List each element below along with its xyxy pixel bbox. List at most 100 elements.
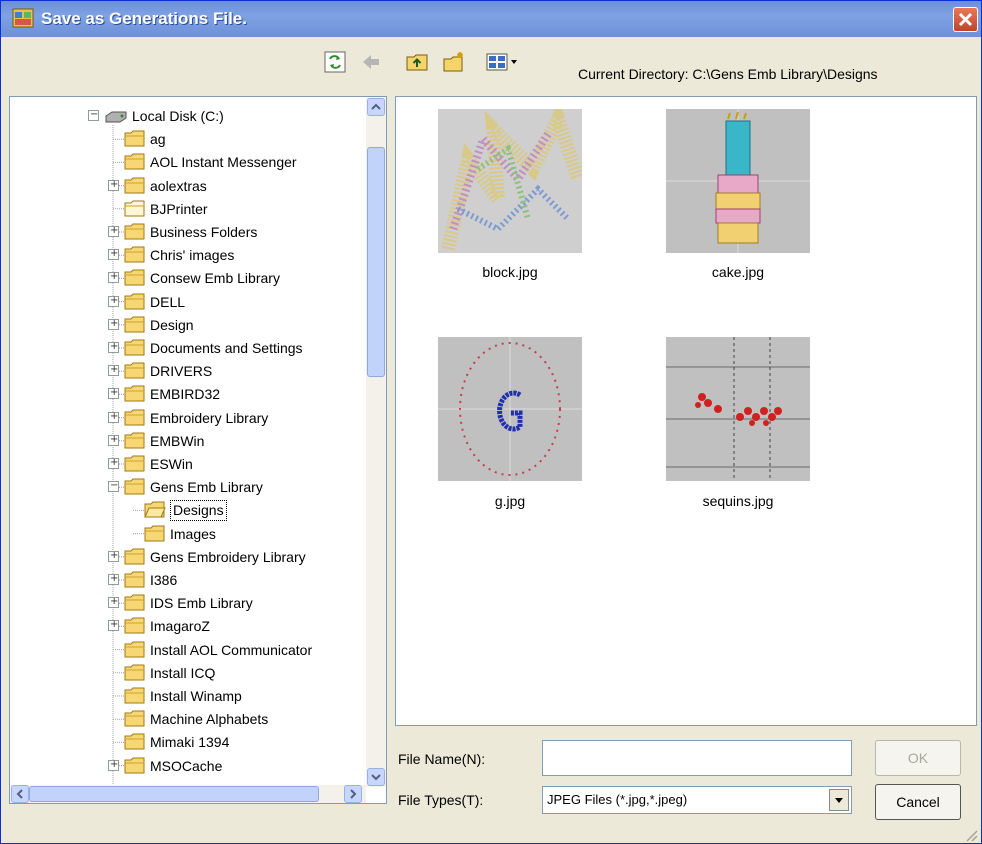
scroll-right-button[interactable] [344, 785, 362, 803]
tree-item[interactable]: + DELL [10, 291, 366, 314]
expand-toggle-icon[interactable]: + [108, 596, 119, 609]
tree-item-label: Install ICQ [150, 664, 216, 681]
tree-item[interactable]: + I386 [10, 569, 366, 592]
file-preview-area[interactable]: block.jpg cake.jpg g.jpg sequins.jpg [395, 96, 977, 726]
tree-item-label: BJPrinter [150, 200, 208, 217]
ok-button[interactable]: OK [875, 740, 961, 776]
tree-item-label: Install Winamp [150, 688, 242, 704]
refresh-icon[interactable] [323, 51, 347, 73]
file-name-input[interactable] [542, 740, 852, 776]
g-image [438, 337, 582, 481]
current-directory-label: Current Directory: C:\Gens Emb Library\D… [578, 66, 878, 82]
tree-item[interactable]: + Embroidery Library [10, 407, 366, 430]
tree-item[interactable]: + Design [10, 314, 366, 337]
tree-item-label: EMBIRD32 [150, 386, 221, 403]
resize-grip-icon[interactable] [963, 827, 979, 843]
h-scroll-thumb[interactable] [29, 786, 319, 802]
new-folder-icon[interactable] [442, 51, 466, 73]
file-thumbnail[interactable] [438, 100, 585, 253]
collapse-toggle-icon[interactable]: − [88, 109, 99, 121]
expand-toggle-icon[interactable]: + [108, 550, 119, 562]
collapse-toggle-icon[interactable]: − [108, 480, 119, 493]
tree-item[interactable]: + MSOCache [10, 755, 366, 778]
folder-icon [124, 594, 145, 611]
tree-item[interactable]: + Consew Emb Library [10, 267, 366, 290]
tree-item[interactable]: Install Winamp [10, 685, 366, 708]
expand-toggle-icon[interactable]: + [108, 318, 119, 330]
cancel-button[interactable]: Cancel [875, 784, 961, 820]
expand-toggle-icon[interactable]: + [108, 759, 119, 771]
view-menu-icon[interactable] [485, 51, 521, 73]
expand-toggle-icon[interactable]: + [108, 295, 119, 307]
save-dialog: Save as Generations File. Current Direct… [0, 0, 982, 844]
tree-item[interactable]: Mimaki 1394 [10, 731, 366, 754]
folder-icon [124, 432, 145, 449]
title-bar[interactable]: Save as Generations File. [1, 1, 981, 37]
dropdown-button[interactable] [829, 789, 849, 811]
folder-icon [124, 617, 145, 634]
tree-item-label: I386 [150, 572, 178, 588]
expand-toggle-icon[interactable]: + [108, 619, 119, 632]
tree-horizontal-scrollbar[interactable] [10, 785, 366, 803]
expand-toggle-icon[interactable]: + [108, 225, 119, 237]
tree-item[interactable]: Designs [10, 499, 366, 522]
tree-item[interactable]: + Documents and Settings [10, 337, 366, 360]
scroll-up-button[interactable] [367, 98, 385, 116]
expand-toggle-icon[interactable]: + [108, 248, 119, 261]
tree-item[interactable]: + Gens Embroidery Library [10, 546, 366, 569]
scroll-left-button[interactable] [11, 785, 29, 803]
scroll-down-button[interactable] [367, 768, 385, 786]
expand-toggle-icon[interactable]: + [108, 434, 119, 446]
tree-item[interactable]: + Chris' images [10, 244, 366, 267]
tree-item[interactable]: + Business Folders [10, 221, 366, 244]
tree-item[interactable]: Machine Alphabets [10, 708, 366, 731]
tree-item[interactable]: − Gens Emb Library [10, 476, 366, 499]
file-types-select[interactable]: JPEG Files (*.jpg,*.jpeg) [542, 786, 852, 814]
chevron-up-icon [371, 103, 381, 110]
expand-toggle-icon[interactable]: + [108, 573, 119, 585]
tree-vertical-scrollbar[interactable] [366, 97, 386, 787]
tree-item[interactable]: + DRIVERS [10, 360, 366, 383]
tree-item[interactable]: + EMBIRD32 [10, 383, 366, 406]
close-icon [958, 12, 973, 27]
file-thumbnail[interactable] [438, 337, 582, 481]
tree-item[interactable]: + aolextras [10, 175, 366, 198]
hard-drive-icon [105, 111, 127, 123]
tree-item[interactable]: Images [10, 523, 366, 546]
tree-item[interactable]: AOL Instant Messenger [10, 151, 366, 174]
tree-item[interactable]: + ImagaroZ [10, 615, 366, 638]
tree-item[interactable]: + EMBWin [10, 430, 366, 453]
up-folder-icon[interactable] [405, 51, 429, 73]
folder-icon [124, 200, 145, 217]
tree-item-label: Designs [170, 500, 227, 522]
app-icon [12, 8, 34, 28]
tree-item[interactable]: BJPrinter [10, 198, 366, 221]
folder-icon [124, 733, 145, 750]
tree-item-label: EMBWin [150, 432, 205, 449]
tree-item-label: ESWin [150, 456, 193, 472]
folder-icon [124, 687, 145, 704]
expand-toggle-icon[interactable]: + [108, 457, 119, 469]
chevron-down-icon [371, 774, 381, 781]
tree-item[interactable]: + ESWin [10, 453, 366, 476]
folder-icon [124, 641, 145, 658]
scroll-thumb[interactable] [367, 147, 385, 377]
expand-toggle-icon[interactable]: + [108, 411, 119, 423]
tree-item[interactable]: + IDS Emb Library [10, 592, 366, 615]
file-name-label: cake.jpg [711, 264, 765, 280]
folder-icon [124, 316, 145, 333]
tree-item[interactable]: Install AOL Communicator [10, 639, 366, 662]
file-thumbnail[interactable] [666, 337, 810, 481]
file-thumbnail[interactable] [666, 109, 810, 253]
expand-toggle-icon[interactable]: + [108, 271, 119, 284]
tree-item[interactable]: ag [10, 128, 366, 151]
expand-toggle-icon[interactable]: + [108, 364, 119, 377]
back-arrow-icon[interactable] [359, 51, 383, 73]
expand-toggle-icon[interactable]: + [108, 179, 119, 191]
tree-item[interactable]: Install ICQ [10, 662, 366, 685]
expand-toggle-icon[interactable]: + [108, 341, 119, 353]
close-button[interactable] [953, 7, 978, 32]
folder-tree[interactable]: − Local Disk (C:) ag AOL Instant Messenger +… [9, 96, 387, 804]
folder-icon [124, 269, 145, 286]
expand-toggle-icon[interactable]: + [108, 387, 119, 400]
